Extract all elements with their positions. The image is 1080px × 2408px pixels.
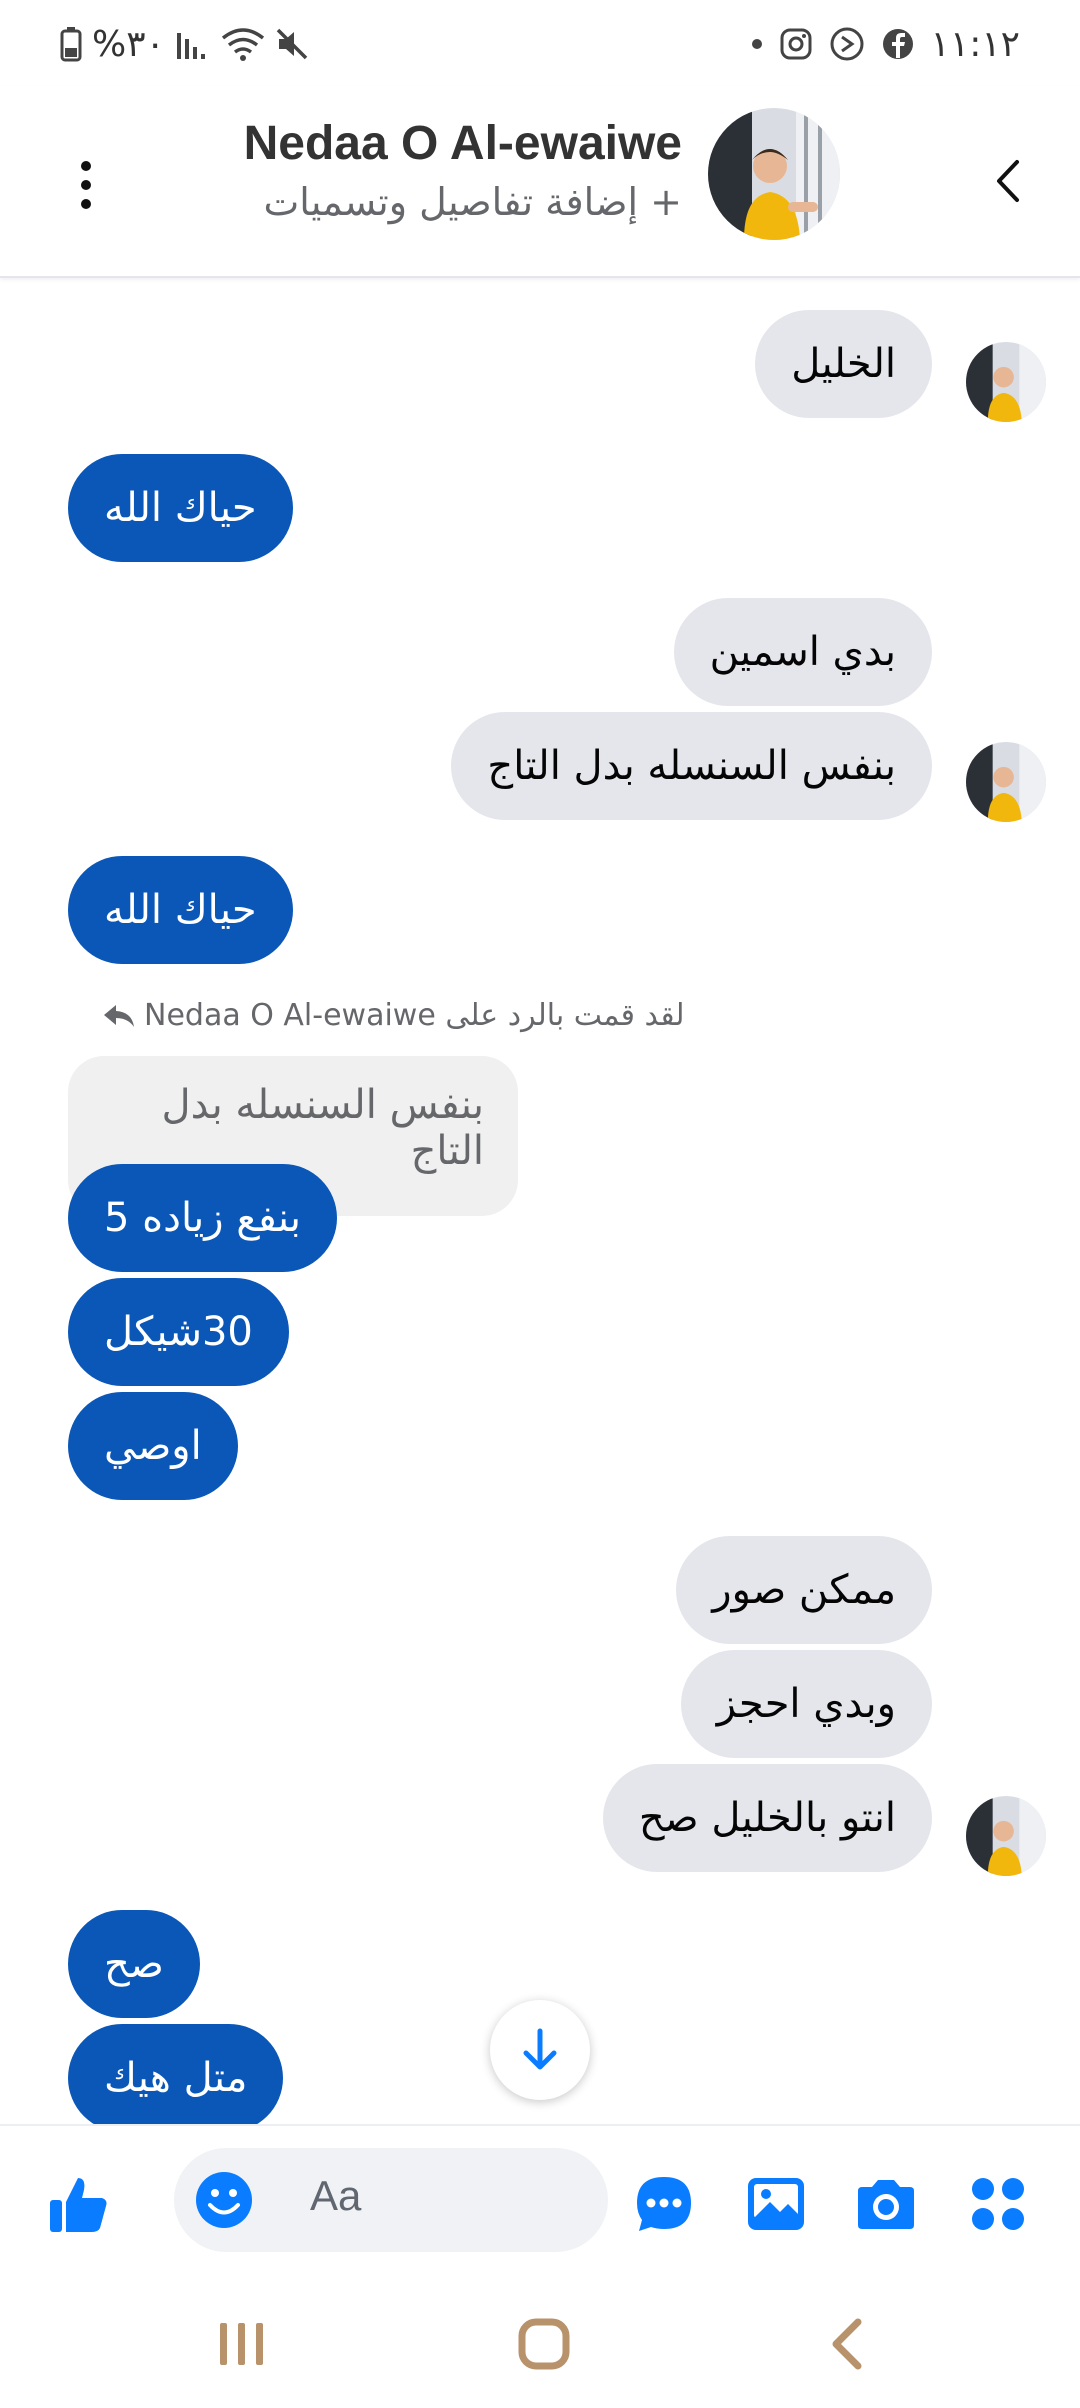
scroll-to-bottom-button[interactable] bbox=[490, 2000, 590, 2100]
smiley-icon bbox=[196, 2172, 252, 2228]
recents-icon bbox=[220, 2323, 263, 2365]
status-right: ١١:١٢ bbox=[751, 22, 1020, 66]
sender-avatar[interactable] bbox=[966, 742, 1046, 822]
chevron-right-icon bbox=[997, 160, 1019, 202]
home-button[interactable] bbox=[502, 2302, 586, 2386]
message-composer: Aa bbox=[0, 2124, 1080, 2280]
image-icon bbox=[748, 2178, 804, 2230]
back-button[interactable] bbox=[974, 146, 1044, 216]
reply-label-text: لقد قمت بالرد على Nedaa O Al-ewaiwe bbox=[144, 998, 685, 1033]
facebook-icon bbox=[881, 27, 915, 61]
reply-label: لقد قمت بالرد على Nedaa O Al-ewaiwe bbox=[102, 998, 685, 1033]
incoming-message[interactable]: ممكن صور bbox=[676, 1536, 932, 1644]
outgoing-message[interactable]: حياك الله bbox=[68, 856, 293, 964]
more-dot bbox=[81, 199, 91, 209]
emoji-button[interactable] bbox=[194, 2170, 254, 2230]
sender-avatar[interactable] bbox=[966, 1796, 1046, 1876]
battery-icon bbox=[60, 26, 82, 62]
input-placeholder: Aa bbox=[310, 2172, 362, 2219]
like-button[interactable] bbox=[40, 2166, 116, 2242]
mute-icon bbox=[275, 27, 309, 61]
outgoing-message[interactable]: متل هيك bbox=[68, 2024, 284, 2126]
arrow-down-icon bbox=[523, 2028, 557, 2070]
clock: ١١:١٢ bbox=[930, 23, 1020, 65]
status-left: %٣٠ bbox=[60, 22, 309, 66]
back-arrow-icon bbox=[832, 2318, 862, 2370]
incoming-message[interactable]: وبدي احجز bbox=[680, 1650, 932, 1758]
more-dot bbox=[81, 180, 91, 190]
home-icon bbox=[518, 2318, 570, 2370]
gallery-button[interactable] bbox=[738, 2166, 814, 2242]
four-dots-icon bbox=[972, 2178, 1024, 2230]
incoming-message[interactable]: انتو بالخليل صح bbox=[602, 1764, 932, 1872]
battery-percent: %٣٠ bbox=[92, 23, 165, 65]
contact-name[interactable]: Nedaa O Al-ewaiwe bbox=[244, 116, 682, 171]
camera-button[interactable] bbox=[848, 2166, 924, 2242]
contact-avatar[interactable] bbox=[708, 108, 840, 240]
outgoing-message[interactable]: صح bbox=[68, 1910, 200, 2018]
message-thread[interactable]: الخليل حياك الله بدي اسمين بنفس السنسله … bbox=[0, 280, 1080, 2126]
sender-avatar[interactable] bbox=[966, 342, 1046, 422]
outgoing-message[interactable]: بنفع زياده 5 bbox=[68, 1164, 338, 1272]
incoming-message[interactable]: الخليل bbox=[755, 310, 932, 418]
incoming-message[interactable]: بدي اسمين bbox=[673, 598, 932, 706]
message-input[interactable]: Aa bbox=[174, 2148, 608, 2252]
more-actions-button[interactable] bbox=[960, 2166, 1036, 2242]
outgoing-message[interactable]: 30شيكل bbox=[68, 1278, 289, 1386]
status-bar: %٣٠ ١١:١٢ bbox=[0, 0, 1080, 86]
instagram-icon bbox=[779, 27, 813, 61]
thumbs-up-icon bbox=[50, 2178, 107, 2232]
add-details-link[interactable]: + إضافة تفاصيل وتسميات bbox=[263, 180, 682, 224]
system-back-button[interactable] bbox=[806, 2302, 890, 2386]
viber-icon bbox=[829, 26, 865, 62]
more-options-button[interactable] bbox=[66, 150, 106, 220]
outgoing-message[interactable]: حياك الله bbox=[68, 454, 293, 562]
messenger-apps-button[interactable] bbox=[626, 2166, 702, 2242]
wifi-icon bbox=[221, 26, 265, 62]
recent-apps-button[interactable] bbox=[200, 2302, 284, 2386]
incoming-message[interactable]: بنفس السنسله بدل التاج bbox=[451, 712, 932, 820]
system-navigation-bar bbox=[0, 2280, 1080, 2408]
camera-icon bbox=[858, 2180, 914, 2229]
signal-icon bbox=[175, 27, 211, 61]
chat-bubble-icon bbox=[637, 2177, 691, 2231]
outgoing-message[interactable]: اوصي bbox=[68, 1392, 238, 1500]
conversation-header: Nedaa O Al-ewaiwe + إضافة تفاصيل وتسميات bbox=[0, 86, 1080, 278]
dot-icon bbox=[751, 38, 763, 50]
reply-icon bbox=[104, 1004, 134, 1027]
more-dot bbox=[81, 161, 91, 171]
